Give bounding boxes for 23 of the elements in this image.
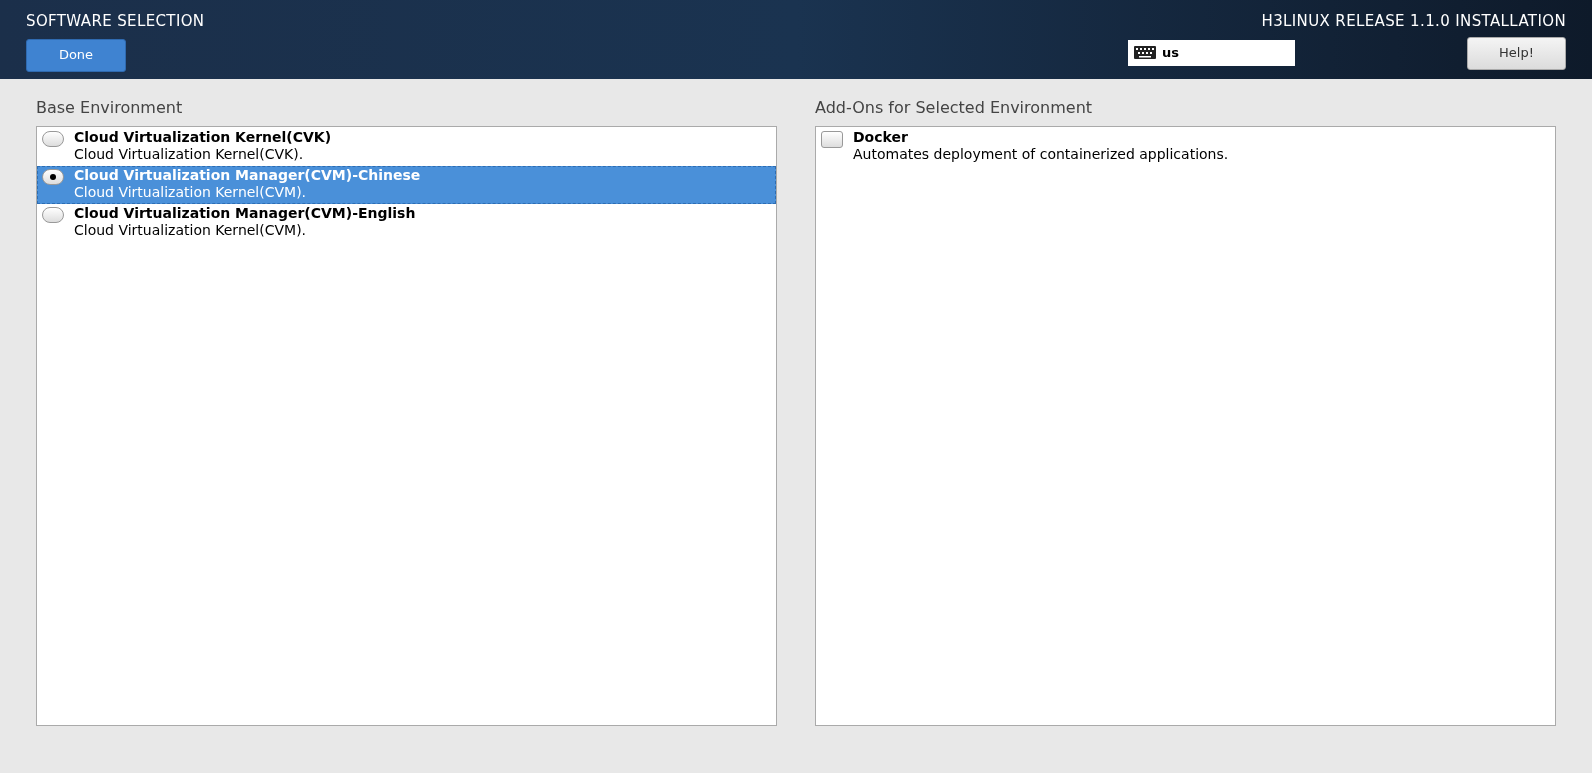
option-description: Cloud Virtualization Kernel(CVK). <box>74 146 305 163</box>
radio-button[interactable] <box>42 131 64 147</box>
keyboard-layout-field[interactable]: us <box>1128 39 1295 66</box>
option-name: Cloud Virtualization Manager(CVM)-English <box>74 205 416 222</box>
section-heading: Base Environment <box>36 97 184 119</box>
option-row[interactable]: Docker Automates deployment of containerized applications. <box>816 128 1555 166</box>
section-heading: Add-Ons for Selected Environment <box>815 97 1094 119</box>
done-button[interactable]: Done <box>26 38 126 72</box>
option-row[interactable]: Cloud Virtualization Kernel(CVK) Cloud Virtualization Kernel(CVK). <box>37 128 776 166</box>
option-row[interactable]: Cloud Virtualization Manager(CVM)-English Cloud Virtualization Kernel(CVM). <box>37 204 776 242</box>
radio-button[interactable] <box>42 169 64 185</box>
help-button[interactable]: Help! <box>1467 36 1566 70</box>
option-name: Docker <box>853 129 909 146</box>
keyboard-icon <box>1134 46 1156 59</box>
option-description: Automates deployment of containerized applications. <box>853 146 1229 163</box>
option-name: Cloud Virtualization Manager(CVM)-Chinese <box>74 167 421 184</box>
page-title: SOFTWARE SELECTION <box>26 11 205 32</box>
option-name: Cloud Virtualization Kernel(CVK) <box>74 129 332 146</box>
option-description: Cloud Virtualization Kernel(CVM). <box>74 184 308 201</box>
checkbox[interactable] <box>821 131 843 148</box>
radio-button[interactable] <box>42 207 64 223</box>
option-description: Cloud Virtualization Kernel(CVM). <box>74 222 308 239</box>
product-title: H3LINUX RELEASE 1.1.0 INSTALLATION <box>1261 11 1566 32</box>
